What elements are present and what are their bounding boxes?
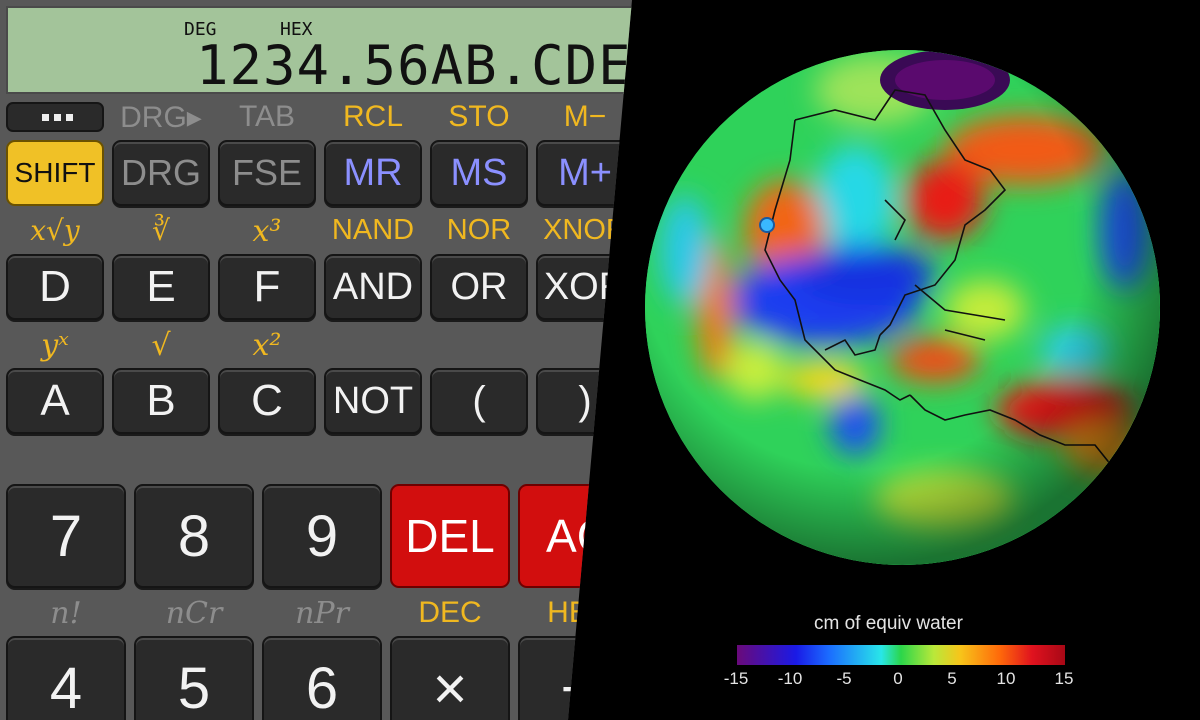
hex-e-key[interactable]: E	[112, 254, 210, 320]
multiply-key[interactable]: ×	[390, 636, 510, 720]
xor-key[interactable]: XOR	[536, 254, 632, 320]
menu-button[interactable]	[6, 102, 104, 132]
hex-c-key[interactable]: C	[218, 368, 316, 434]
display-value: 1234.56AB.CDEF.	[196, 34, 699, 97]
drg-key[interactable]: DRG	[112, 140, 210, 206]
shift-label-nor: NOR	[446, 214, 512, 246]
hex-a-key[interactable]: A	[6, 368, 104, 434]
colorbar-tick: -5	[836, 669, 852, 688]
colorbar-scale	[737, 645, 1065, 665]
shift-label-ncr: nCr	[165, 596, 223, 631]
colorbar-tick: 0	[893, 669, 903, 688]
digit-6-key[interactable]: 6	[262, 636, 382, 720]
colorbar-tick: 5	[947, 669, 957, 688]
not-key[interactable]: NOT	[324, 368, 422, 434]
shift-label-tab: TAB	[238, 100, 296, 133]
shift-label-x-squared: x²	[252, 328, 282, 363]
colorbar-tick: 10	[996, 669, 1016, 688]
colorbar-tick: 15	[1054, 669, 1074, 688]
shift-label-npr: nPr	[295, 596, 349, 631]
menu-dots-icon-3	[66, 114, 73, 121]
shift-label-nand: NAND	[331, 214, 415, 246]
digit-8-key[interactable]: 8	[134, 484, 254, 588]
shift-label-x-cubed: x³	[252, 214, 282, 249]
shift-label-sqrt: √	[151, 328, 171, 363]
memory-add-key[interactable]: M+	[536, 140, 632, 206]
delete-key[interactable]: DEL	[390, 484, 510, 588]
open-paren-key[interactable]: (	[430, 368, 528, 434]
shift-label-rcl: RCL	[342, 100, 403, 133]
shift-label-cube-root: ∛	[152, 214, 170, 247]
fse-key[interactable]: FSE	[218, 140, 316, 206]
digit-7-key[interactable]: 7	[6, 484, 126, 588]
close-paren-key[interactable]: )	[536, 368, 632, 434]
globe-map-graphic	[645, 50, 1160, 565]
shift-label-hex: HEX	[547, 596, 609, 629]
menu-dots-icon	[42, 114, 49, 121]
and-key[interactable]: AND	[324, 254, 422, 320]
colorbar-title: cm of equiv water	[814, 613, 963, 634]
shift-label-m-minus: M−	[563, 100, 607, 133]
shift-label-x-root-y: x√y	[30, 214, 80, 247]
shift-label-xnor: XNOR	[543, 214, 627, 246]
shift-key[interactable]: SHIFT	[6, 140, 104, 206]
hex-d-key[interactable]: D	[6, 254, 104, 320]
digit-9-key[interactable]: 9	[262, 484, 382, 588]
hex-f-key[interactable]: F	[218, 254, 316, 320]
shift-label-dec: DEC	[418, 596, 482, 629]
all-clear-key[interactable]: AC	[518, 484, 632, 588]
digit-5-key[interactable]: 5	[134, 636, 254, 720]
memory-store-key[interactable]: MS	[430, 140, 528, 206]
water-anomaly-globe	[645, 50, 1160, 565]
colorbar-tick: -15	[723, 669, 749, 688]
calculator-display: DEG HEX 1234.56AB.CDEF.	[6, 6, 632, 97]
digit-4-key[interactable]: 4	[6, 636, 126, 720]
subtract-key[interactable]: −	[518, 636, 632, 720]
shift-label-drg-arrow: DRG▸	[120, 101, 202, 134]
memory-recall-key[interactable]: MR	[324, 140, 422, 206]
shift-label-y-pow-x: yˣ	[41, 328, 69, 363]
or-key[interactable]: OR	[430, 254, 528, 320]
shift-label-factorial: n!	[50, 596, 82, 631]
shift-label-sto: STO	[448, 100, 510, 133]
colorbar-tick: -10	[777, 669, 803, 688]
hex-b-key[interactable]: B	[112, 368, 210, 434]
menu-dots-icon-2	[54, 114, 61, 121]
